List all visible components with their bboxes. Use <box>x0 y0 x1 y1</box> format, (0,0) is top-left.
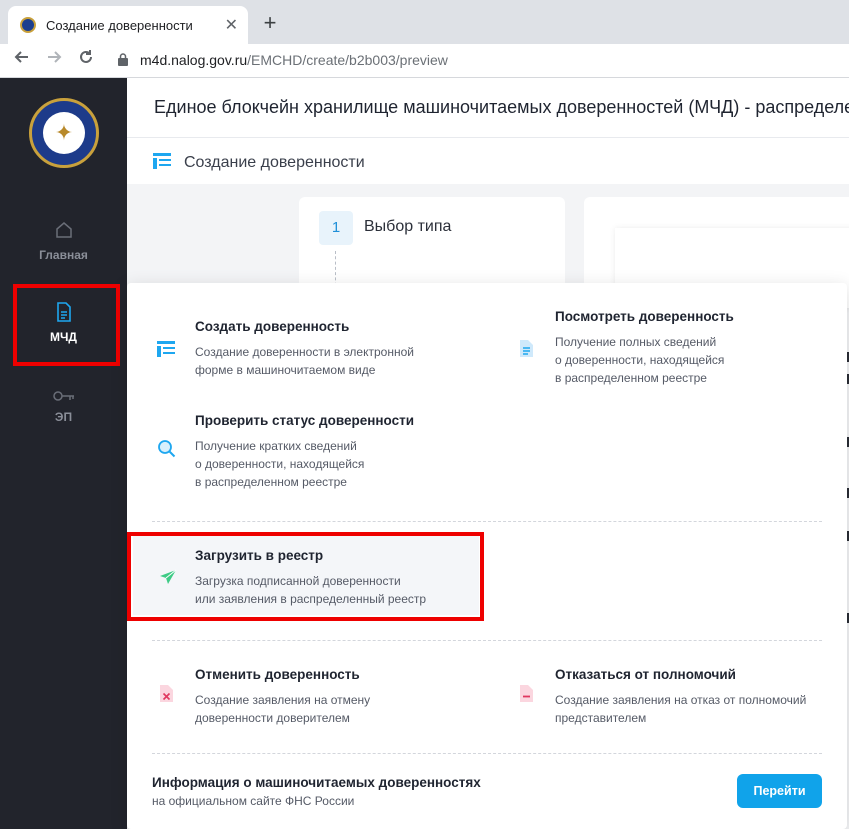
key-icon <box>52 391 74 401</box>
menu-item-desc: Создание заявления на отмену доверенности… <box>195 693 371 725</box>
new-tab-button[interactable]: + <box>258 10 282 36</box>
sidebar-item-label: ЭП <box>54 410 73 424</box>
document-cross-icon <box>160 685 173 702</box>
content-card <box>584 197 849 308</box>
stepper-card: 1 Выбор типа <box>299 197 565 297</box>
document-minus-icon <box>520 685 533 702</box>
tab-title: Создание доверенности <box>46 17 193 33</box>
sidebar: ✦ Главная МЧД ЭП <box>0 78 127 829</box>
reload-icon[interactable] <box>74 48 98 72</box>
sidebar-item-ep[interactable]: ЭП <box>0 390 127 424</box>
step-label: Выбор типа <box>364 218 452 235</box>
menu-item-refuse[interactable]: Отказаться от полномочий Создание заявле… <box>555 667 845 727</box>
menu-divider <box>152 521 822 522</box>
menu-item-title: Создать доверенность <box>195 319 350 334</box>
info-subtitle: на официальном сайте ФНС России <box>152 794 355 808</box>
fns-favicon-icon <box>20 17 36 33</box>
menu-item-title: Отказаться от полномочий <box>555 667 736 682</box>
close-icon[interactable]: ✕ <box>225 15 238 35</box>
site-title: Единое блокчейн хранилище машиночитаемых… <box>154 97 849 117</box>
menu-item-view[interactable]: Посмотреть доверенность Получение полных… <box>555 309 835 389</box>
browser-tab-bar: Создание доверенности ✕ + <box>0 0 849 44</box>
menu-item-revoke[interactable]: Отменить доверенность Создание заявления… <box>195 667 495 727</box>
menu-item-title: Отменить доверенность <box>195 667 360 682</box>
form-icon <box>153 153 171 169</box>
form-icon <box>157 341 175 357</box>
mchd-dropdown-menu: Создать доверенность Создание довереннос… <box>127 283 847 829</box>
page-header: Создание доверенности <box>127 138 849 184</box>
top-header: Единое блокчейн хранилище машиночитаемых… <box>127 78 849 138</box>
url-host: m4d.nalog.gov.ru <box>140 52 248 68</box>
menu-item-desc: Создание доверенности в электронной форме… <box>195 345 414 377</box>
lock-icon[interactable] <box>118 53 128 66</box>
sidebar-item-label: Главная <box>39 248 88 262</box>
view-poa-icon-wrap <box>519 339 534 363</box>
refuse-icon-wrap <box>519 684 534 708</box>
home-icon <box>55 222 72 238</box>
menu-item-desc: Создание заявления на отказ от полномочи… <box>555 693 807 725</box>
menu-item-create[interactable]: Создать доверенность Создание довереннос… <box>195 319 495 379</box>
forward-arrow-icon[interactable] <box>42 48 66 72</box>
step-number: 1 <box>319 211 353 245</box>
eagle-emblem-icon: ✦ <box>43 112 85 154</box>
back-arrow-icon[interactable] <box>10 48 34 72</box>
menu-item-title: Проверить статус доверенности <box>195 413 415 428</box>
fns-emblem-logo[interactable]: ✦ <box>29 98 99 168</box>
go-button[interactable]: Перейти <box>737 774 822 808</box>
create-poa-icon-wrap <box>157 341 175 362</box>
mchd-highlight-frame <box>13 284 120 366</box>
menu-item-desc: Получение полных сведений о доверенности,… <box>555 335 725 385</box>
menu-divider <box>152 640 822 641</box>
document-icon <box>520 340 533 357</box>
menu-item-title: Посмотреть доверенность <box>555 309 734 324</box>
sidebar-item-home[interactable]: Главная <box>0 220 127 262</box>
menu-divider <box>152 753 822 754</box>
page-title: Создание доверенности <box>184 154 365 171</box>
address-bar: m4d.nalog.gov.ru/EMCHD/create/b2b003/pre… <box>0 44 849 78</box>
url-text[interactable]: m4d.nalog.gov.ru/EMCHD/create/b2b003/pre… <box>140 52 448 68</box>
browser-tab[interactable]: Создание доверенности ✕ <box>8 6 248 44</box>
search-icon <box>158 440 176 458</box>
upload-highlight-frame <box>127 532 484 621</box>
check-status-icon-wrap <box>157 439 177 464</box>
menu-item-check-status[interactable]: Проверить статус доверенности Получение … <box>195 413 495 493</box>
menu-item-desc: Получение кратких сведений о доверенности… <box>195 439 365 489</box>
info-title: Информация о машиночитаемых доверенностя… <box>152 775 481 790</box>
url-path: /EMCHD/create/b2b003/preview <box>247 52 448 68</box>
revoke-icon-wrap <box>159 684 174 708</box>
